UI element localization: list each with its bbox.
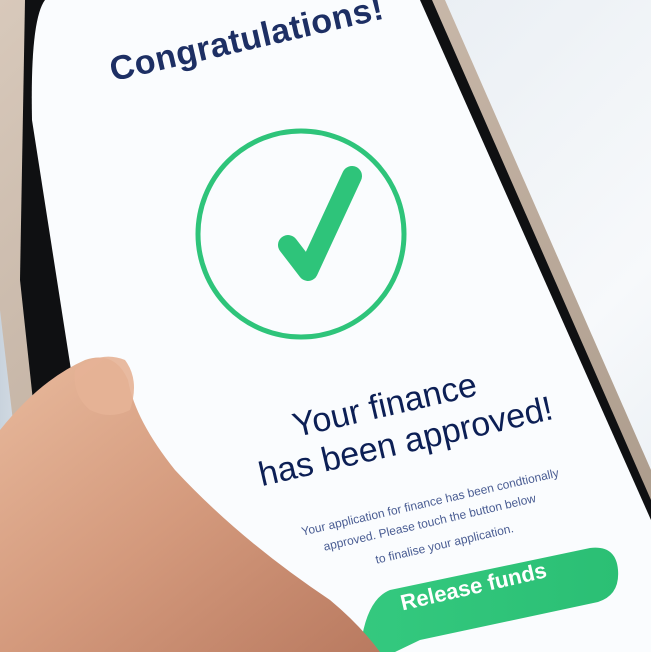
screen-content: Congratulations! Your finance has been a… <box>0 0 651 652</box>
congratulations-title: Congratulations! <box>106 0 388 90</box>
release-funds-button-label[interactable]: Release funds <box>398 557 549 616</box>
photo-scene: Congratulations! Your finance has been a… <box>0 0 651 652</box>
